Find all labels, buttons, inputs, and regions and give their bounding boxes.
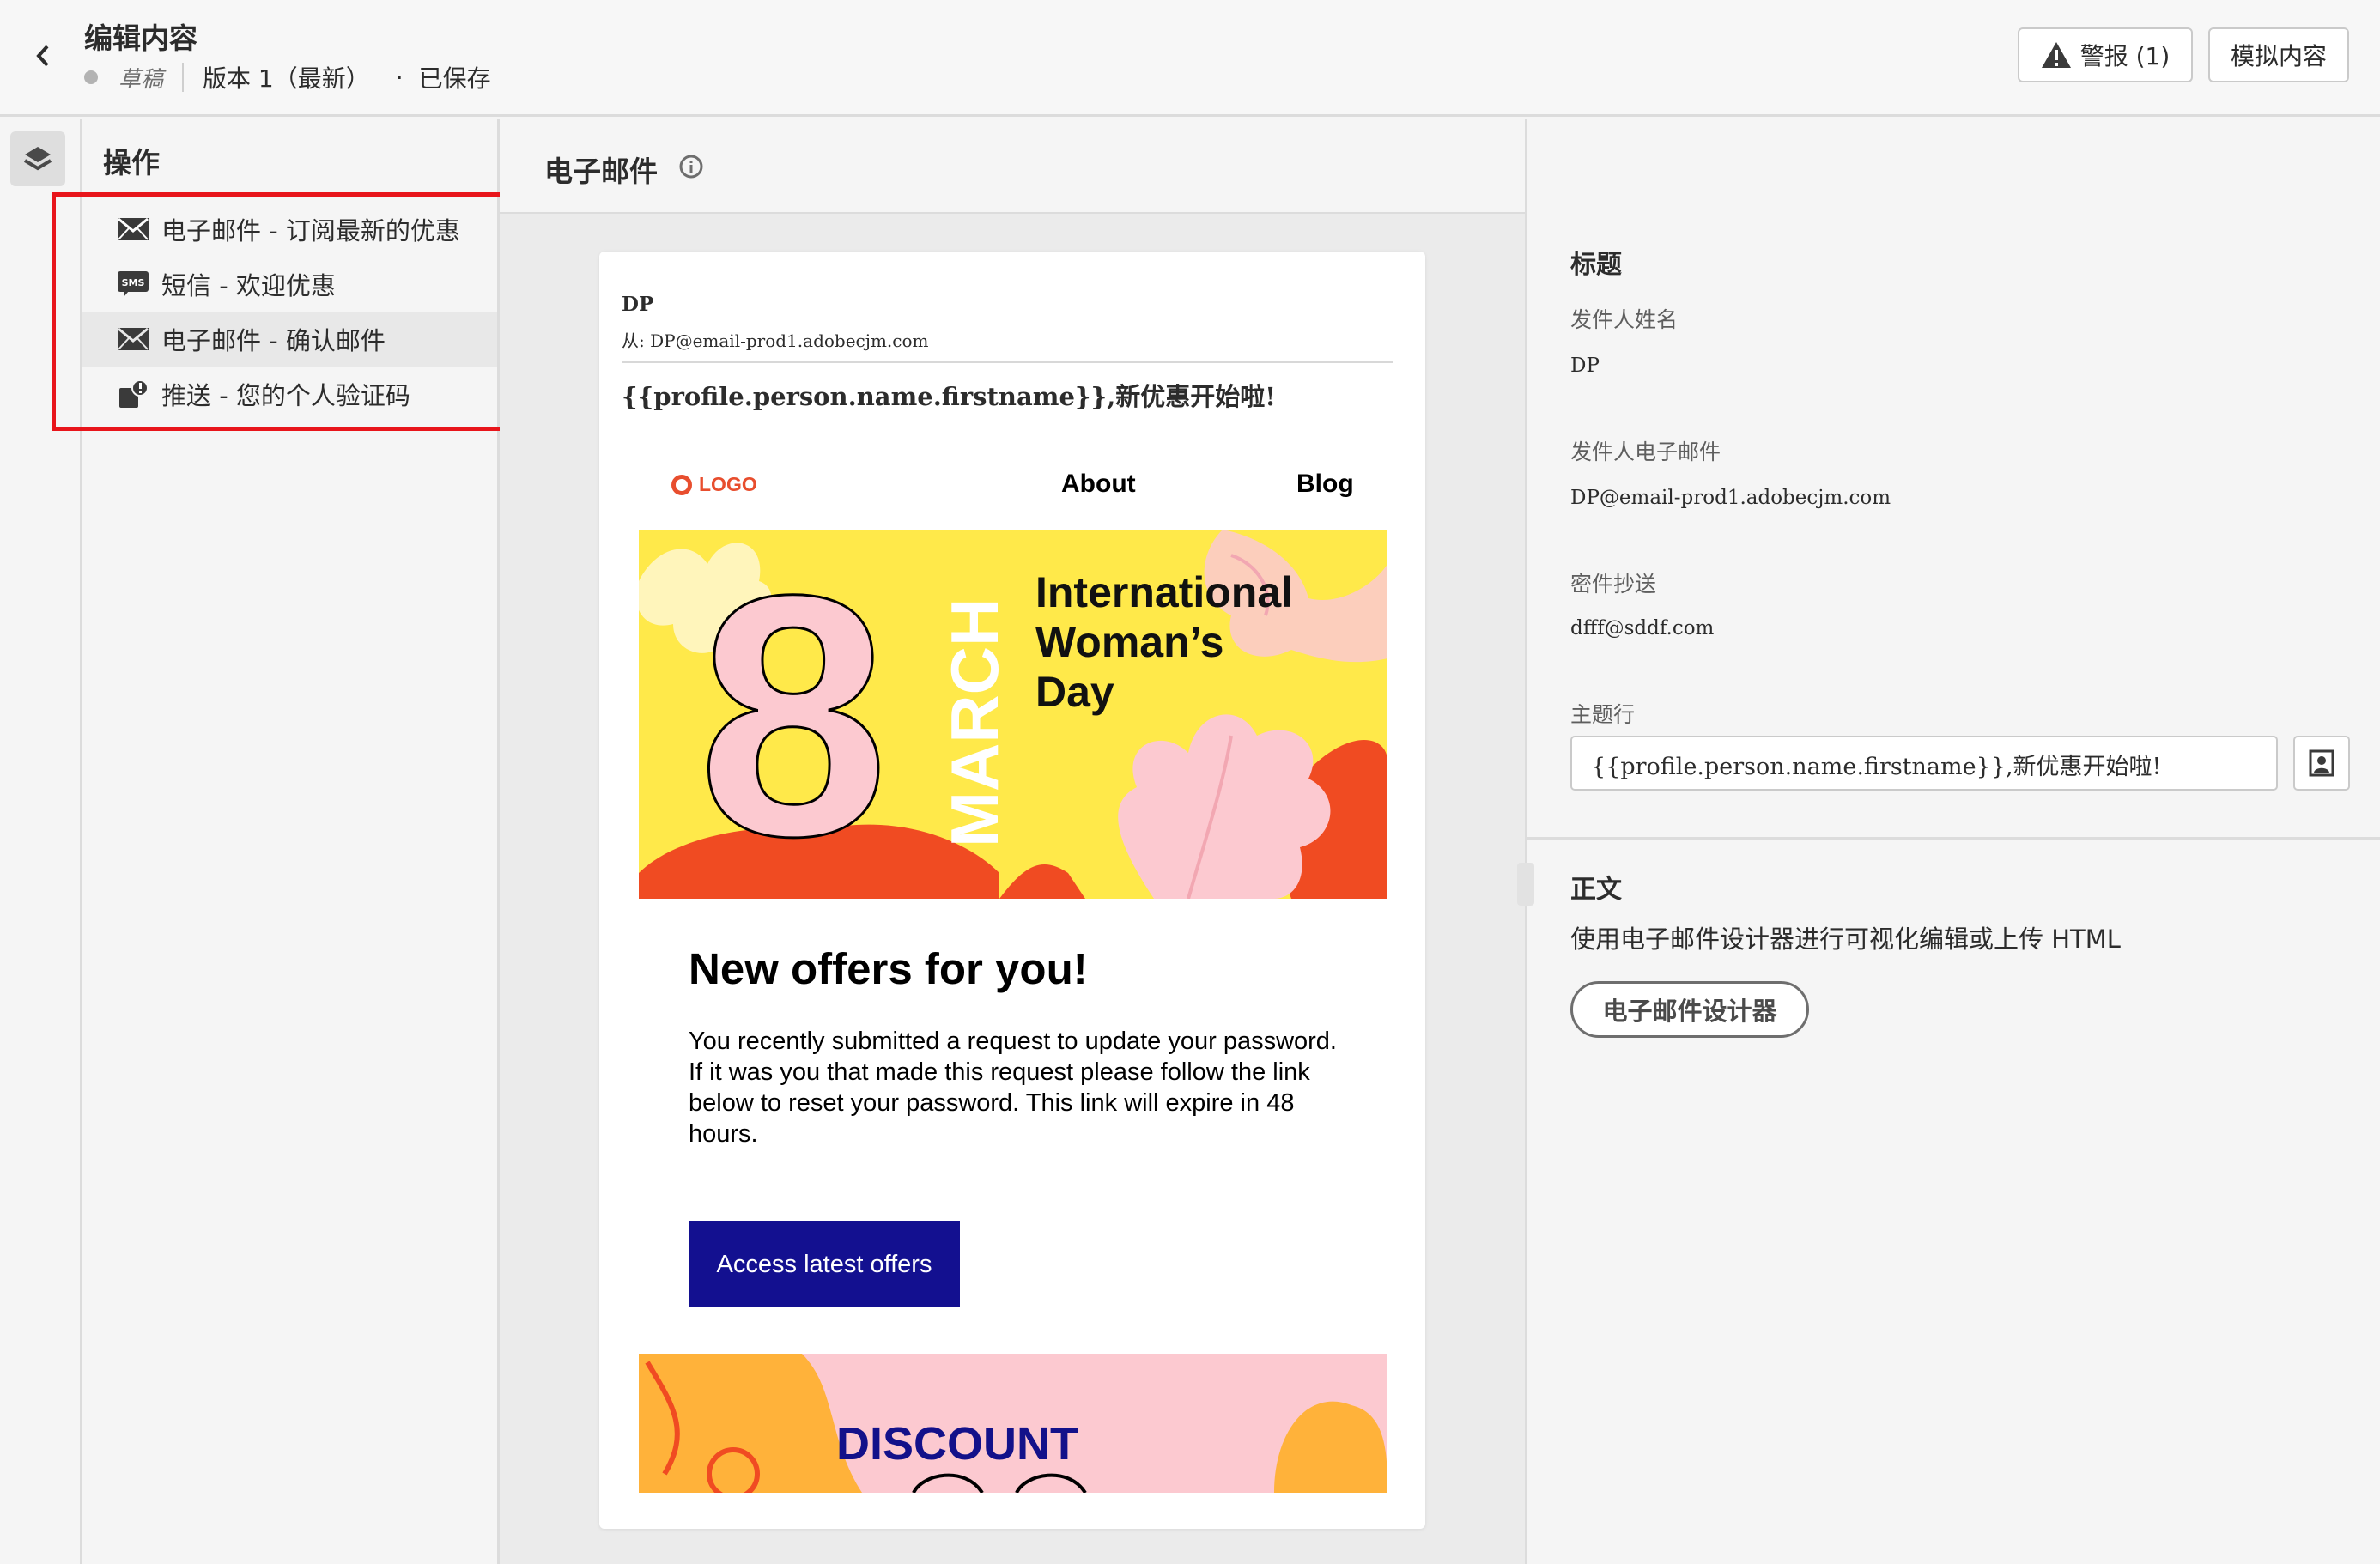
action-item-email-subscribe[interactable]: 电子邮件 - 订阅最新的优惠	[82, 202, 497, 257]
sender-name-label: 发件人姓名	[1570, 307, 1679, 332]
nav-link-about[interactable]: About	[1061, 470, 1136, 499]
layers-button[interactable]	[10, 131, 65, 186]
sender-email-label: 发件人电子邮件	[1570, 439, 1721, 464]
access-offers-button[interactable]: Access latest offers	[689, 1221, 960, 1307]
offer-paragraph: If it was you that made this request ple…	[689, 1058, 1310, 1148]
hero-title-line: International	[1035, 568, 1294, 616]
logo-text: LOGO	[699, 473, 757, 495]
bcc-label: 密件抄送	[1570, 572, 1657, 597]
sender-name-value[interactable]: DP	[1570, 355, 1600, 377]
email-preview-card: DP 从: DP@email-prod1.adobecjm.com {{prof…	[599, 252, 1425, 1529]
version-info: 草稿 版本 1（最新） · 已保存	[84, 60, 491, 94]
email-nav: LOGO About Blog	[639, 442, 1387, 530]
bcc-value[interactable]: dfff@sddf.com	[1570, 617, 1714, 640]
hero-title-line: Day	[1035, 668, 1114, 716]
svg-text:SMS: SMS	[122, 277, 145, 288]
actions-heading: 操作	[103, 146, 160, 179]
email-body: LOGO About Blog 8 TH MARCH International…	[639, 442, 1387, 1493]
hero-banner: 8 TH MARCH International Woman’s Day	[639, 523, 1387, 909]
back-button[interactable]	[26, 34, 60, 77]
layers-icon	[23, 147, 52, 171]
actions-panel: 操作 电子邮件 - 订阅最新的优惠 SMS 短信 - 欢迎优惠 电子邮件 - 确…	[82, 119, 500, 1564]
body-section-title: 正文	[1570, 875, 1622, 905]
actions-list: 电子邮件 - 订阅最新的优惠 SMS 短信 - 欢迎优惠 电子邮件 - 确认邮件…	[82, 202, 497, 421]
sender-name: DP	[622, 293, 654, 316]
email-preview-area: 电子邮件 DP 从: DP@email-prod1.adobecjm.com {…	[500, 119, 1525, 1564]
alerts-label: 警报 (1)	[2079, 42, 2171, 70]
preview-title: 电子邮件	[544, 155, 658, 188]
action-item-push-code[interactable]: 推送 - 您的个人验证码	[82, 367, 497, 421]
discount-banner: DISCOUNT	[639, 1354, 1387, 1493]
hero-title: International Woman’s Day	[1035, 567, 1293, 717]
subject-label: 主题行	[1570, 702, 1636, 727]
divider	[182, 63, 185, 92]
body-description: 使用电子邮件设计器进行可视化编辑或上传 HTML	[1570, 924, 2121, 954]
sender-email-value[interactable]: DP@email-prod1.adobecjm.com	[1570, 487, 1891, 509]
personalization-icon	[2309, 749, 2334, 777]
action-item-label: 推送 - 您的个人验证码	[161, 381, 410, 410]
sms-icon: SMS	[117, 270, 149, 299]
top-header: 编辑内容 草稿 版本 1（最新） · 已保存 警报 (1) 模拟内容	[0, 0, 2380, 117]
email-designer-button[interactable]: 电子邮件设计器	[1570, 981, 1809, 1038]
subject-line: {{profile.person.name.firstname}},新优惠开始啦…	[622, 382, 1277, 411]
envelope-icon	[117, 324, 149, 354]
push-notification-icon	[117, 379, 149, 409]
separator-dot: ·	[395, 63, 404, 92]
personalization-button[interactable]	[2293, 736, 2350, 791]
chevron-left-icon	[36, 45, 49, 67]
version-label: 版本 1（最新）	[203, 64, 370, 93]
properties-panel: 标题 发件人姓名 DP 发件人电子邮件 DP@email-prod1.adobe…	[1517, 119, 2380, 1564]
action-item-sms-welcome[interactable]: SMS 短信 - 欢迎优惠	[82, 257, 497, 312]
logo-ring-icon	[671, 474, 692, 495]
divider	[1527, 837, 2380, 840]
offer-text: You recently submitted a request to upda…	[689, 1026, 1341, 1149]
action-item-label: 电子邮件 - 确认邮件	[161, 326, 386, 355]
hero-month: MARCH	[937, 598, 1012, 847]
action-item-label: 电子邮件 - 订阅最新的优惠	[161, 216, 460, 246]
status-dot-icon	[84, 70, 98, 84]
logo: LOGO	[671, 473, 757, 496]
nav-link-blog[interactable]: Blog	[1296, 470, 1354, 499]
subject-line-input[interactable]: {{profile.person.name.firstname}},新优惠开始啦…	[1570, 736, 2278, 791]
warning-icon	[2041, 42, 2071, 68]
page-title: 编辑内容	[84, 21, 197, 55]
action-item-label: 短信 - 欢迎优惠	[161, 271, 336, 300]
offer-section: New offers for you! You recently submitt…	[639, 899, 1387, 1354]
alerts-button[interactable]: 警报 (1)	[2018, 27, 2193, 82]
hero-number-suffix: TH	[779, 757, 824, 795]
info-icon[interactable]	[678, 154, 704, 179]
discount-label: DISCOUNT	[836, 1418, 1078, 1470]
offer-paragraph: You recently submitted a request to upda…	[689, 1028, 1337, 1055]
saved-label: 已保存	[418, 64, 491, 93]
left-rail	[0, 119, 82, 1564]
action-item-email-confirm[interactable]: 电子邮件 - 确认邮件	[82, 312, 497, 367]
simulate-content-button[interactable]: 模拟内容	[2208, 27, 2349, 82]
panel-resize-handle[interactable]	[1517, 863, 1534, 906]
header-section-title: 标题	[1570, 250, 1622, 280]
status-label: 草稿	[118, 66, 164, 93]
envelope-icon	[117, 215, 149, 244]
preview-header: 电子邮件	[500, 119, 1525, 214]
hero-title-line: Woman’s	[1035, 618, 1224, 666]
divider	[622, 361, 1393, 363]
hero-number: 8	[698, 530, 889, 899]
offer-heading: New offers for you!	[689, 944, 1088, 993]
sender-from-line: 从: DP@email-prod1.adobecjm.com	[622, 330, 929, 351]
